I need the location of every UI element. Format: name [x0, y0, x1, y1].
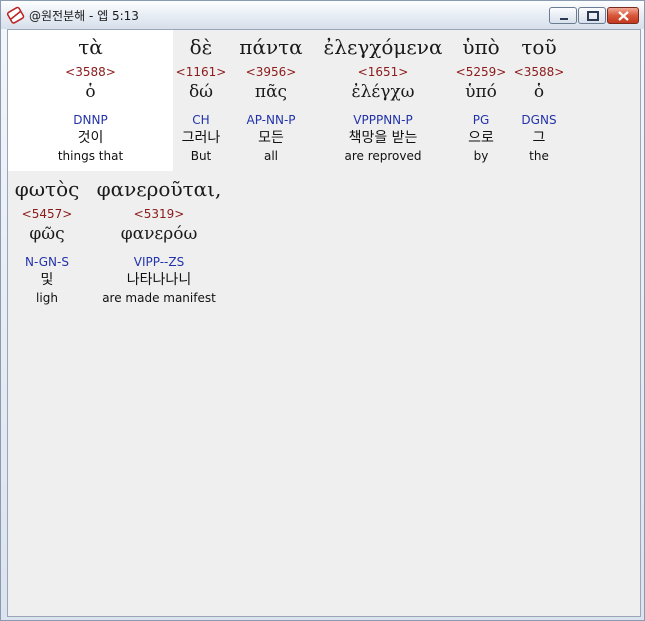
korean-gloss: 모든	[258, 130, 284, 146]
window-title: @원전분해 - 엡 5:13	[29, 9, 139, 23]
greek-word: δὲ	[189, 35, 213, 59]
maximize-icon	[587, 11, 599, 21]
interlinear-view[interactable]: τὰ <3588> ὁ DNNP 것이 things that δὲ <1161…	[7, 29, 641, 617]
minimize-icon	[560, 18, 568, 20]
english-gloss: things that	[57, 149, 124, 163]
lemma: ὁ	[85, 82, 96, 102]
lemma: φανερόω	[120, 224, 198, 244]
strong-number: <3956>	[245, 65, 297, 79]
greek-word: φωτὸς	[14, 177, 80, 201]
lemma: φῶς	[29, 224, 65, 244]
parsing-code: N-GN-S	[25, 255, 69, 269]
lemma: ὑπό	[465, 82, 497, 102]
parsing-code: DGNS	[521, 113, 557, 127]
close-icon	[618, 11, 629, 21]
korean-gloss: 그	[532, 130, 546, 146]
minimize-button[interactable]	[549, 7, 577, 24]
greek-word: ἐλεγχόμενα	[323, 35, 443, 59]
parsing-code: PG	[472, 113, 490, 127]
strong-number: <1651>	[357, 65, 409, 79]
greek-word: τοῦ	[521, 35, 557, 59]
korean-gloss: 나타나나니	[126, 272, 192, 288]
english-gloss: ligh	[36, 291, 58, 305]
strong-number: <5457>	[21, 207, 73, 221]
parsing-code: AP-NN-P	[246, 113, 296, 127]
greek-word: ὑπὸ	[462, 35, 500, 59]
greek-word: πάντα	[239, 35, 303, 59]
close-button[interactable]	[607, 7, 639, 24]
strong-number: <3588>	[65, 65, 116, 79]
english-gloss: But	[190, 149, 212, 163]
parsing-code: DNNP	[73, 113, 108, 127]
korean-gloss: 책망을 받는	[348, 130, 418, 146]
english-gloss: the	[529, 149, 549, 163]
greek-word: τὰ	[78, 35, 103, 59]
korean-gloss: 및	[40, 272, 54, 288]
korean-gloss: 으로	[468, 130, 494, 146]
lemma: δώ	[188, 82, 214, 102]
lemma: πᾶς	[254, 82, 288, 102]
parsing-code: VPPPNN-P	[353, 113, 413, 127]
title-bar[interactable]: @원전분해 - 엡 5:13	[1, 1, 644, 29]
english-gloss: all	[263, 149, 279, 163]
english-gloss: by	[473, 149, 489, 163]
korean-gloss: 것이	[77, 130, 104, 146]
strong-number: <5319>	[133, 207, 185, 221]
lemma: ἐλέγχω	[351, 82, 415, 102]
strong-number: <3588>	[513, 65, 565, 79]
english-gloss: are made manifest	[102, 291, 216, 305]
english-gloss: are reproved	[344, 149, 422, 163]
app-window: @원전분해 - 엡 5:13 τὰ <3588> ὁ DNNP 것이 thing…	[0, 0, 645, 621]
parsing-code: CH	[192, 113, 210, 127]
greek-word: φανεροῦται,	[96, 177, 222, 201]
strong-number: <1161>	[175, 65, 227, 79]
app-icon	[7, 6, 25, 24]
maximize-button[interactable]	[578, 7, 606, 24]
strong-number: <5259>	[455, 65, 507, 79]
lemma: ὁ	[533, 82, 545, 102]
korean-gloss: 그러나	[181, 130, 221, 146]
parsing-code: VIPP--ZS	[133, 255, 185, 269]
